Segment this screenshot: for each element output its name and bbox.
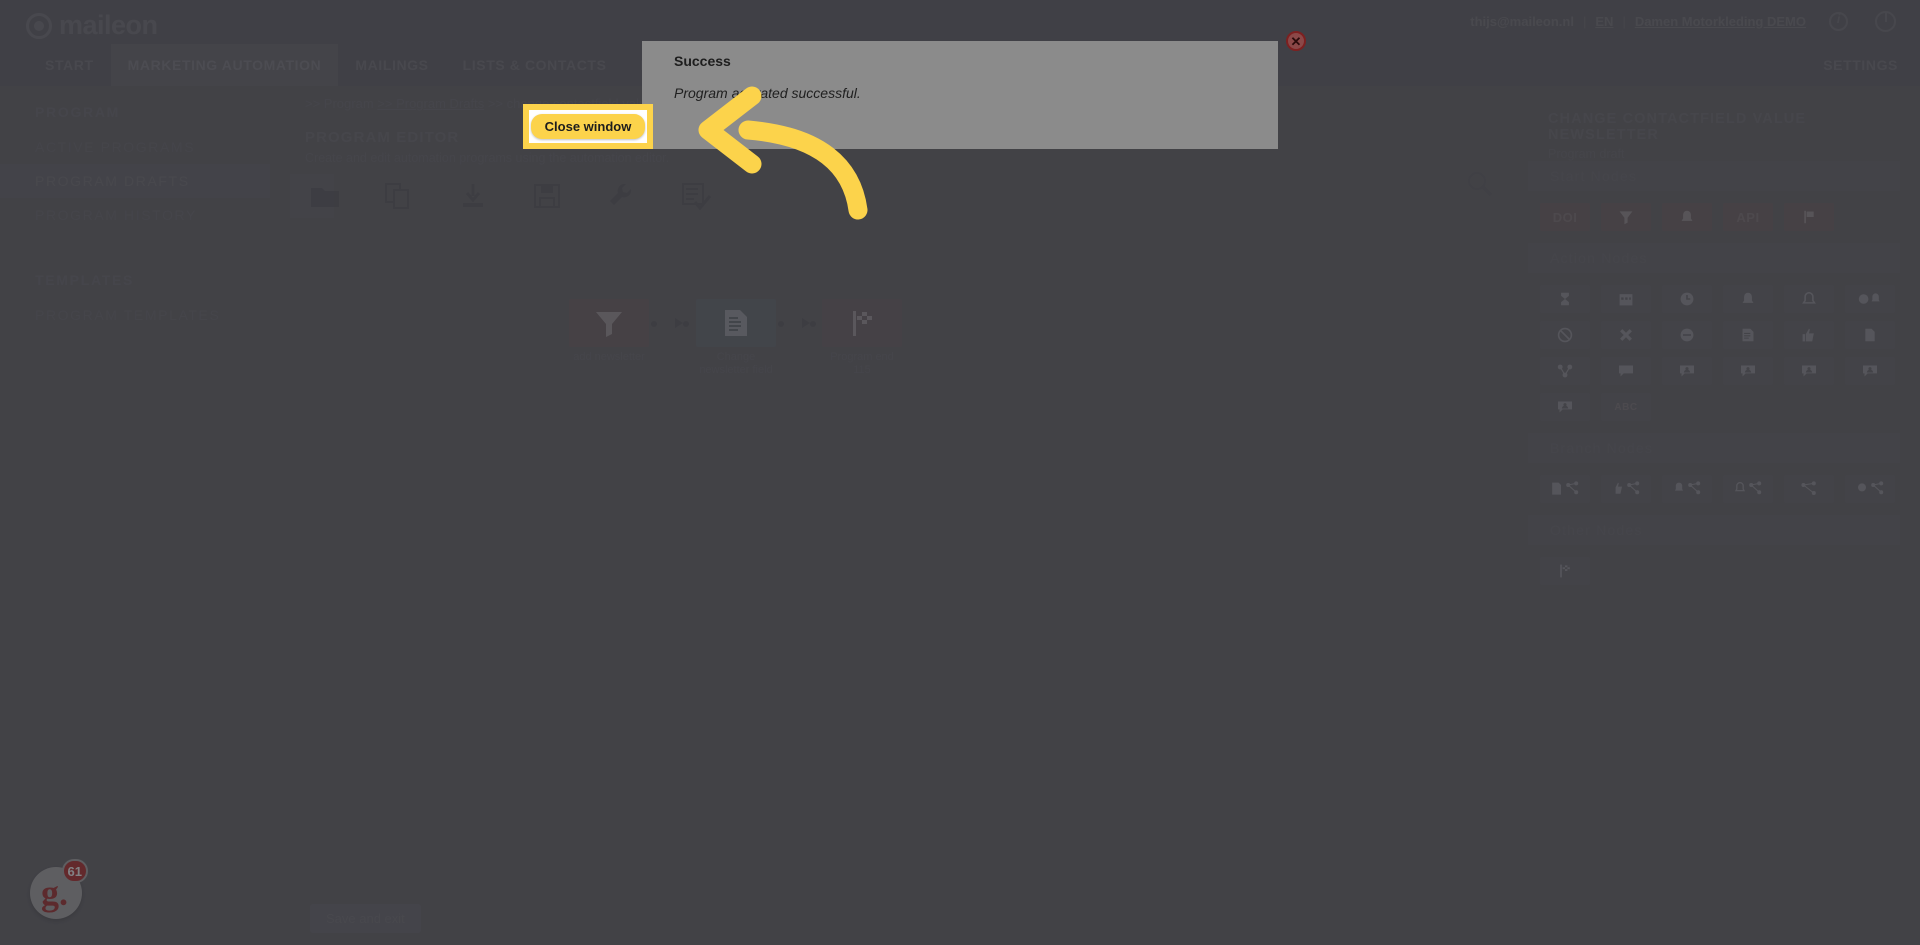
- close-window-highlight-inner: Close window: [529, 110, 647, 143]
- close-window-highlight: Close window: [523, 104, 653, 149]
- close-window-button[interactable]: Close window: [530, 114, 646, 139]
- modal-title: Success: [674, 53, 731, 69]
- close-circle-icon[interactable]: ✕: [1286, 31, 1306, 51]
- modal-body: Success Program activated successful.: [660, 53, 1278, 149]
- success-modal: Success Program activated successful. ✕: [642, 31, 1306, 149]
- modal-message: Program activated successful.: [674, 85, 861, 101]
